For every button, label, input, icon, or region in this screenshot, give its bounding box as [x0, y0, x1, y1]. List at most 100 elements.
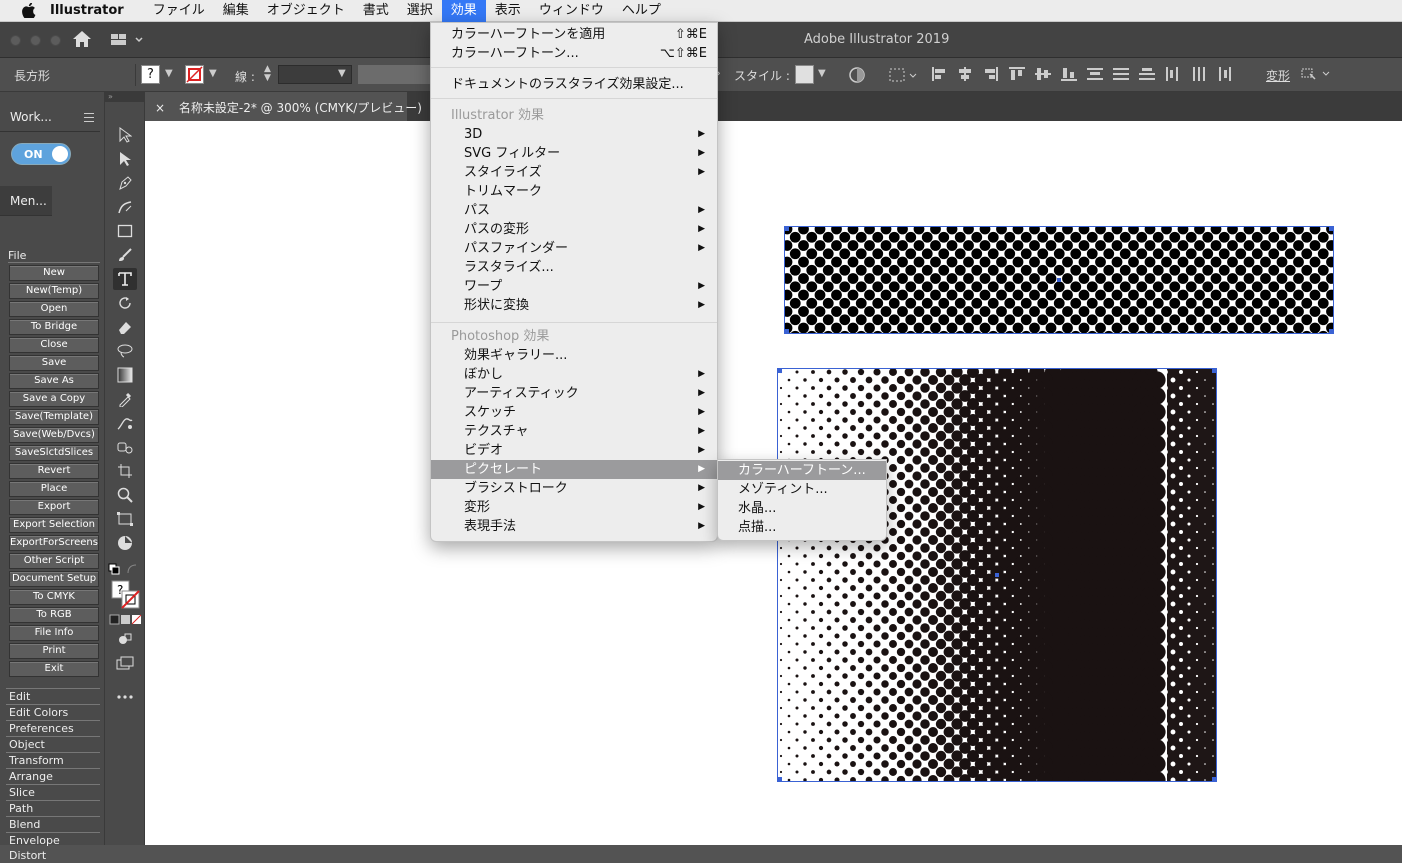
selection-handle[interactable]	[777, 368, 782, 373]
menu-type[interactable]: 書式	[354, 0, 398, 22]
menu-object[interactable]: オブジェクト	[258, 0, 354, 22]
workspace-switcher-icon[interactable]	[110, 32, 144, 51]
effect-menu-item[interactable]: ラスタライズ...	[431, 258, 717, 277]
distribute-hcenter-icon[interactable]	[1190, 66, 1208, 82]
isolate-icon[interactable]	[1300, 66, 1332, 85]
script-button[interactable]: New	[9, 265, 99, 281]
distribute-bottom-icon[interactable]	[1138, 66, 1156, 82]
collapse-right-icon[interactable]: »	[108, 92, 113, 101]
effect-menu-item[interactable]: パスファインダー▶	[431, 239, 717, 258]
script-button[interactable]: Close	[9, 337, 99, 353]
direct-selection-tool-icon[interactable]	[113, 148, 137, 170]
home-icon[interactable]	[72, 30, 92, 52]
on-off-toggle[interactable]: ON	[11, 143, 71, 165]
panel-tab-workspace[interactable]: Work...	[0, 102, 100, 132]
script-button[interactable]: SaveSlctdSlices	[9, 445, 99, 461]
script-button[interactable]: To Bridge	[9, 319, 99, 335]
halftone-rectangle-uniform[interactable]	[784, 226, 1334, 334]
variable-width-profile[interactable]	[358, 65, 430, 84]
script-button[interactable]: Save(Web/Dvcs)	[9, 427, 99, 443]
default-colors-icon[interactable]	[107, 558, 121, 580]
category-item[interactable]: Object	[6, 736, 100, 752]
menu-view[interactable]: 表示	[486, 0, 530, 22]
selection-handle[interactable]	[784, 329, 789, 334]
apple-icon[interactable]	[22, 4, 36, 18]
zoom-window-button[interactable]	[50, 35, 61, 46]
stepper-icon[interactable]: ▲▼	[264, 65, 271, 83]
menu-select[interactable]: 選択	[398, 0, 442, 22]
align-bottom-icon[interactable]	[1060, 66, 1078, 82]
align-left-icon[interactable]	[930, 66, 948, 82]
paintbrush-tool-icon[interactable]	[113, 244, 137, 266]
effect-menu-item[interactable]: パス▶	[431, 201, 717, 220]
align-vcenter-icon[interactable]	[1034, 66, 1052, 82]
gradient-tool-icon[interactable]	[113, 364, 137, 386]
script-button[interactable]: Save a Copy	[9, 391, 99, 407]
pixelate-submenu-item[interactable]: 点描...	[718, 518, 886, 537]
raster-effects-settings-item[interactable]: ドキュメントのラスタライズ効果設定...	[431, 75, 717, 94]
align-top-icon[interactable]	[1008, 66, 1026, 82]
panel-tab-menu[interactable]: Men...	[0, 186, 52, 216]
color-mode-icons[interactable]	[109, 612, 143, 626]
fill-swatch[interactable]: ?	[141, 65, 160, 84]
effect-menu-item[interactable]: アーティスティック▶	[431, 384, 717, 403]
script-button[interactable]: New(Temp)	[9, 283, 99, 299]
blend-tool-icon[interactable]	[113, 412, 137, 434]
recolor-artwork-icon[interactable]	[848, 66, 866, 87]
category-item[interactable]: Blend	[6, 816, 100, 832]
distribute-left-icon[interactable]	[1164, 66, 1182, 82]
selection-handle[interactable]	[1212, 368, 1217, 373]
free-transform-tool-icon[interactable]	[113, 508, 137, 530]
effect-menu-item[interactable]: SVG フィルター▶	[431, 144, 717, 163]
category-item[interactable]: Edit	[6, 688, 100, 704]
effect-menu-item[interactable]: ビデオ▶	[431, 441, 717, 460]
selection-tool-icon[interactable]	[113, 124, 137, 146]
curvature-tool-icon[interactable]	[113, 196, 137, 218]
script-button[interactable]: Other Script	[9, 553, 99, 569]
stroke-swatch[interactable]	[185, 65, 204, 84]
eraser-tool-icon[interactable]	[113, 316, 137, 338]
align-to-selection-icon[interactable]	[888, 66, 918, 87]
more-tools-icon[interactable]	[113, 686, 137, 708]
stroke-weight-label[interactable]: 線 :	[235, 68, 255, 85]
distribute-vcenter-icon[interactable]	[1112, 66, 1130, 82]
pixelate-submenu-item[interactable]: カラーハーフトーン...	[718, 461, 886, 480]
category-item[interactable]: Edit Colors	[6, 704, 100, 720]
effect-menu-item[interactable]: テクスチャ▶	[431, 422, 717, 441]
selection-handle[interactable]	[1212, 777, 1217, 782]
align-right-icon[interactable]	[982, 66, 1000, 82]
swap-colors-icon[interactable]	[125, 558, 139, 580]
draw-mode-icon[interactable]	[113, 628, 137, 650]
menu-file[interactable]: ファイル	[144, 0, 214, 22]
effect-menu-item[interactable]: ワープ▶	[431, 277, 717, 296]
script-button[interactable]: To CMYK	[9, 589, 99, 605]
category-item[interactable]: Arrange	[6, 768, 100, 784]
effect-menu-item[interactable]: 形状に変換▶	[431, 296, 717, 315]
effect-menu-item[interactable]: 効果ギャラリー...	[431, 346, 717, 365]
category-item[interactable]: Slice	[6, 784, 100, 800]
script-button[interactable]: Print	[9, 643, 99, 659]
minimize-window-button[interactable]	[30, 35, 41, 46]
type-tool-icon[interactable]	[113, 268, 137, 290]
script-button[interactable]: Save(Template)	[9, 409, 99, 425]
script-button[interactable]: ExportForScreens	[9, 535, 99, 551]
align-hcenter-icon[interactable]	[956, 66, 974, 82]
screen-mode-icon[interactable]	[113, 652, 137, 674]
category-item[interactable]: Transform	[6, 752, 100, 768]
script-button[interactable]: Revert	[9, 463, 99, 479]
script-button[interactable]: Exit	[9, 661, 99, 677]
distribute-top-icon[interactable]	[1086, 66, 1104, 82]
category-item[interactable]: Envelope Distort	[6, 832, 100, 848]
chevron-down-icon[interactable]: ▼	[338, 68, 346, 79]
artboard-tool-icon[interactable]	[113, 460, 137, 482]
selection-handle[interactable]	[777, 777, 782, 782]
chevron-down-icon[interactable]: ▼	[818, 68, 826, 79]
apply-last-effect-item[interactable]: カラーハーフトーンを適用 ⇧⌘E	[431, 25, 717, 44]
effect-menu-item[interactable]: 3D▶	[431, 125, 717, 144]
selection-handle[interactable]	[1329, 329, 1334, 334]
effect-menu-item[interactable]: スタイライズ▶	[431, 163, 717, 182]
script-button[interactable]: Document Setup	[9, 571, 99, 587]
effect-menu-item[interactable]: ブラシストローク▶	[431, 479, 717, 498]
app-name-menu[interactable]: Illustrator	[50, 3, 124, 18]
selection-handle[interactable]	[784, 226, 789, 231]
